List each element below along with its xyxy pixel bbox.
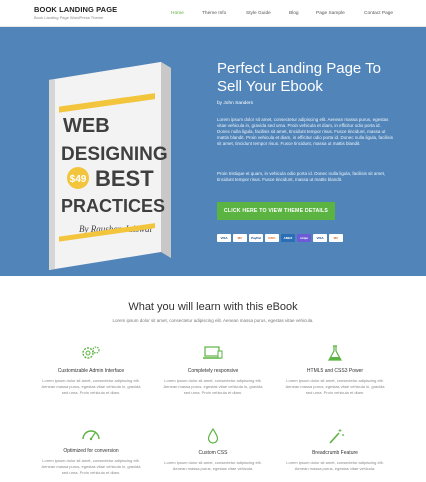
feature-item: Customizable Admin Interface Lorem ipsum… xyxy=(41,344,141,396)
feature-item: Breadcrumb Feature Lorem ipsum dolor sit… xyxy=(285,428,385,472)
nav-item-contact-page[interactable]: Contact Page xyxy=(364,11,393,16)
payment-card-icon: DISC xyxy=(265,234,279,242)
hero-title: Perfect Landing Page To Sell Your Ebook xyxy=(217,60,382,95)
feature-item: Optimized for conversion Lorem ipsum dol… xyxy=(41,426,141,476)
feature-item: Completely responsive Lorem ipsum dolor … xyxy=(163,344,263,396)
gears-icon xyxy=(82,346,100,359)
book-cover-image: WEB DESIGNING $49 BEST PRACTICES By Raus… xyxy=(49,62,171,270)
feature-item: Custom CSS Lorem ipsum dolor sit amet, c… xyxy=(163,428,263,472)
feature-desc: Lorem ipsum dolor sit amet, consectetur … xyxy=(41,378,141,395)
book-title-line2: DESIGNING xyxy=(61,144,168,165)
feature-title: Completely responsive xyxy=(187,368,239,374)
payment-card-icon: VISA xyxy=(313,234,327,242)
payment-methods: VISA MC PayPal DISC AMEX stripe VISA MC xyxy=(217,234,343,242)
feature-item: HTML5 and CSS3 Power Lorem ipsum dolor s… xyxy=(285,344,385,396)
feature-title: HTML5 and CSS3 Power xyxy=(306,368,364,374)
nav-item-blog[interactable]: Blog xyxy=(289,11,299,16)
book-title-line3: BEST xyxy=(95,166,154,191)
feature-title: Breadcrumb Feature xyxy=(312,450,358,456)
features-subtitle: Lorem ipsum dolor sit amet, consectetur … xyxy=(112,318,314,323)
droplet-icon xyxy=(207,428,219,444)
book-price: $49 xyxy=(70,174,87,185)
view-theme-details-button[interactable]: CLICK HERE TO VIEW THEME DETAILS xyxy=(217,202,335,220)
payment-card-icon: stripe xyxy=(297,234,311,242)
feature-title: Optimized for conversion xyxy=(63,448,119,454)
site-header: BOOK LANDING PAGE Book Landing Page Word… xyxy=(0,0,426,27)
main-nav: Home Theme Info Style Guide Blog Page Sa… xyxy=(0,11,426,19)
flask-icon xyxy=(327,345,343,361)
hero-description: Lorem ipsum dolor sit amet, consectetur … xyxy=(217,117,394,146)
nav-item-page-sample[interactable]: Page Sample xyxy=(316,11,345,16)
nav-item-home[interactable]: Home xyxy=(171,11,184,16)
magic-wand-icon xyxy=(329,429,344,444)
feature-title: Customizable Admin Interface xyxy=(57,368,125,374)
hero-section: WEB DESIGNING $49 BEST PRACTICES By Raus… xyxy=(0,27,426,276)
hero-author: by John Sanders xyxy=(217,101,254,106)
nav-item-theme-info[interactable]: Theme Info xyxy=(202,11,226,16)
feature-desc: Lorem ipsum dolor sit amet, consectetur … xyxy=(286,460,384,471)
payment-card-icon: PayPal xyxy=(249,234,263,242)
book-title-line4: PRACTICES xyxy=(61,196,165,216)
gauge-icon xyxy=(82,430,100,441)
book-title-line1: WEB xyxy=(63,115,110,137)
feature-desc: Lorem ipsum dolor sit amet, consectetur … xyxy=(163,378,263,395)
hero-description-2: Proin tristique et quam, in vehicula odi… xyxy=(217,171,386,182)
nav-item-style-guide[interactable]: Style Guide xyxy=(246,11,271,16)
payment-card-icon: VISA xyxy=(217,234,231,242)
devices-icon xyxy=(203,346,223,359)
payment-card-icon: MC xyxy=(329,234,343,242)
payment-card-icon: AMEX xyxy=(281,234,295,242)
feature-desc: Lorem ipsum dolor sit amet, consectetur … xyxy=(285,378,385,395)
feature-desc: Lorem ipsum dolor sit amet, consectetur … xyxy=(164,460,262,471)
feature-desc: Lorem ipsum dolor sit amet, consectetur … xyxy=(41,458,141,475)
feature-title: Custom CSS xyxy=(198,450,228,456)
features-title: What you will learn with this eBook xyxy=(128,301,298,313)
payment-card-icon: MC xyxy=(233,234,247,242)
